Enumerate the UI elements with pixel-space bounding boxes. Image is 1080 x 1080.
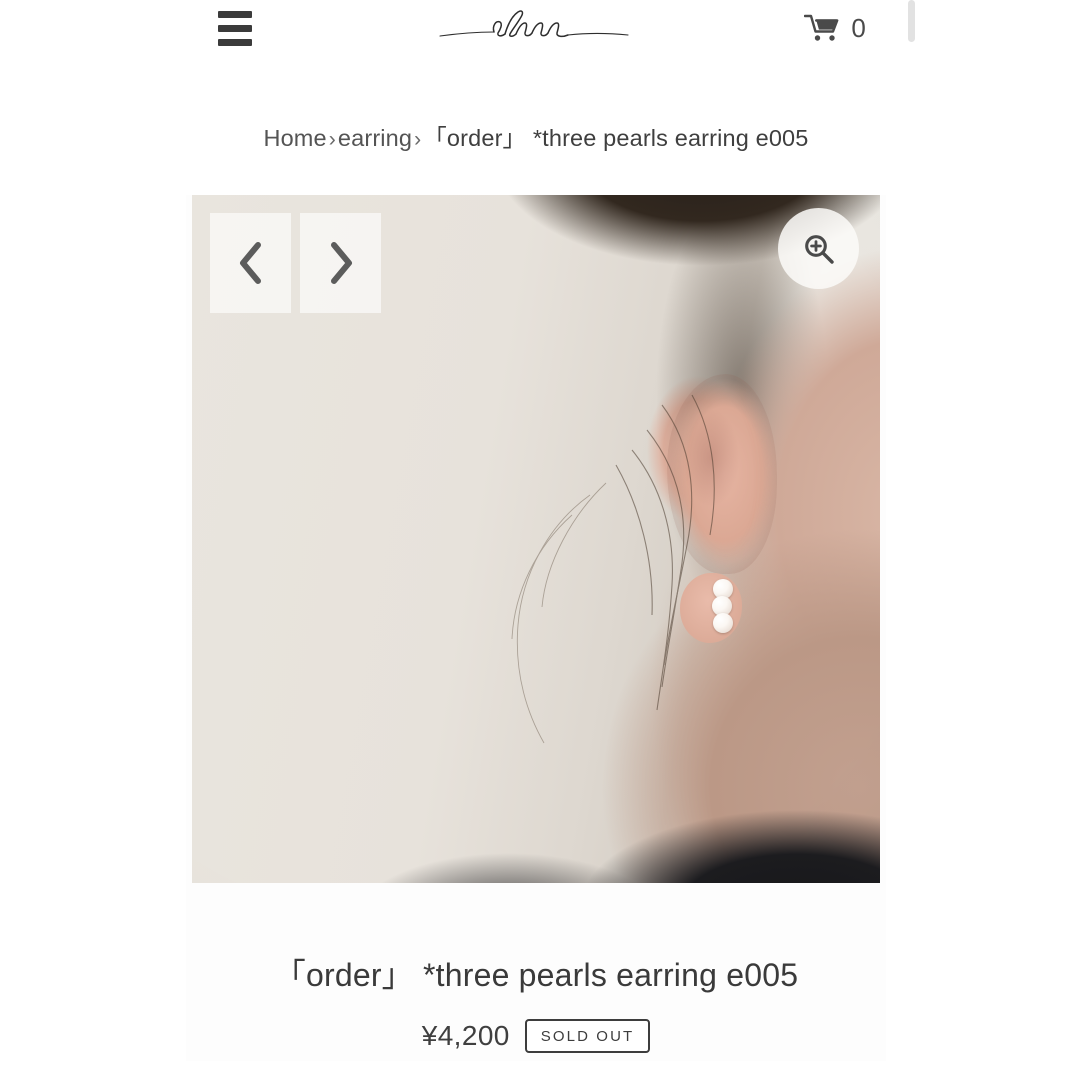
uluu-script-logo[interactable]: uluu xyxy=(426,2,646,54)
breadcrumb-separator-1: › xyxy=(328,128,336,151)
product-page: uluu 0 Home›earring›「order」 *three pearl… xyxy=(0,0,1080,1080)
product-price: ¥4,200 xyxy=(421,1020,510,1051)
price-row: ¥4,200 SOLD OUT xyxy=(186,1019,886,1053)
hamburger-menu-icon[interactable] xyxy=(218,8,254,48)
hamburger-bar-2 xyxy=(218,24,252,32)
breadcrumb-current: 「order」 *three pearls earring e005 xyxy=(423,125,809,151)
product-info: 「order」 *three pearls earring e005 ¥4,20… xyxy=(186,883,886,1053)
product-gallery[interactable] xyxy=(192,195,880,883)
chevron-left-icon xyxy=(239,242,261,284)
three-pearls-earring xyxy=(712,578,734,635)
content-column: uluu 0 Home›earring›「order」 *three pearl… xyxy=(160,0,912,1080)
product-card: 「order」 *three pearls earring e005 ¥4,20… xyxy=(186,195,886,1061)
breadcrumb-home-link[interactable]: Home xyxy=(263,125,326,151)
gallery-zoom-button[interactable] xyxy=(778,208,859,289)
hamburger-bar-3 xyxy=(218,38,252,46)
breadcrumb-separator-2: › xyxy=(414,128,422,151)
site-header: uluu 0 xyxy=(160,0,912,58)
chevron-right-icon xyxy=(330,242,352,284)
status-badge: SOLD OUT xyxy=(524,1019,651,1053)
gallery-next-button[interactable] xyxy=(300,213,381,313)
breadcrumb-category-link[interactable]: earring xyxy=(338,125,412,151)
cart-count: 0 xyxy=(851,13,866,43)
shopping-cart-icon xyxy=(804,14,839,41)
photo-vignette xyxy=(192,195,880,883)
hair-strands xyxy=(511,394,715,744)
magnifier-plus-icon xyxy=(804,234,834,264)
scrollbar-thumb[interactable] xyxy=(908,0,915,42)
vertical-scrollbar[interactable] xyxy=(908,0,915,1080)
breadcrumb: Home›earring›「order」 *three pearls earri… xyxy=(160,124,912,152)
product-image xyxy=(192,195,880,883)
gallery-prev-button[interactable] xyxy=(210,213,291,313)
pearl-3 xyxy=(713,612,734,633)
cart-button[interactable]: 0 xyxy=(804,6,866,50)
product-title: 「order」 *three pearls earring e005 xyxy=(273,957,799,993)
ear-detail xyxy=(666,373,777,574)
hamburger-bar-1 xyxy=(218,10,252,18)
